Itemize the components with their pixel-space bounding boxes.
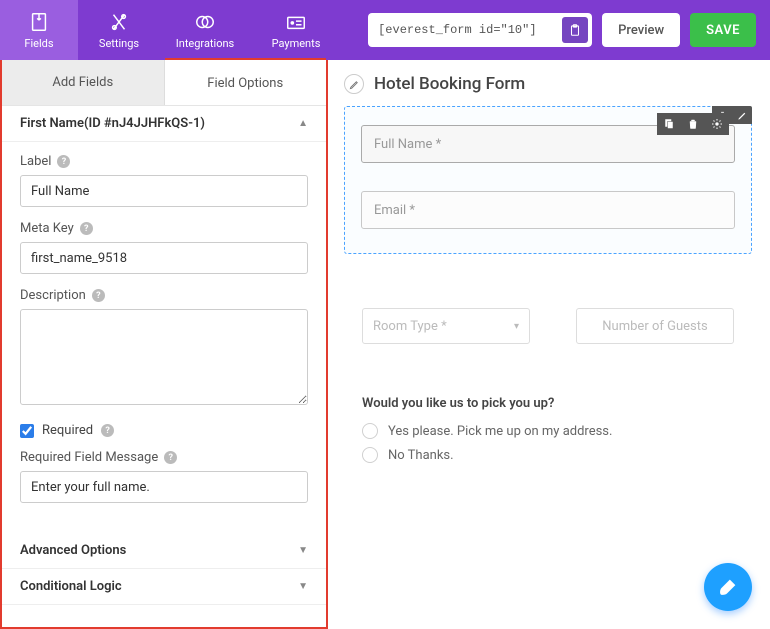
- numguests-label: Number of Guests: [602, 319, 707, 334]
- save-button[interactable]: SAVE: [690, 13, 756, 47]
- accordion-advanced-label: Advanced Options: [20, 543, 126, 558]
- nav-payments[interactable]: Payments: [250, 0, 342, 60]
- field-settings-button[interactable]: [705, 113, 729, 135]
- pickup-option-yes[interactable]: Yes please. Pick me up on my address.: [362, 423, 734, 439]
- required-msg-label: Required Field Message: [20, 450, 158, 465]
- integrations-icon: [194, 11, 216, 33]
- help-icon[interactable]: ?: [101, 424, 114, 437]
- label-input[interactable]: [20, 175, 308, 207]
- required-msg-input[interactable]: [20, 471, 308, 503]
- left-body: First Name(ID #nJ4JJHFkQS-1) ▲ Label? Me…: [2, 106, 326, 627]
- help-icon[interactable]: ?: [164, 451, 177, 464]
- copy-button[interactable]: [562, 17, 588, 43]
- form-title: Hotel Booking Form: [374, 74, 525, 94]
- field-header-title: First Name(ID #nJ4JJHFkQS-1): [20, 116, 205, 131]
- top-bar: Fields Settings Integrations Payments Pr…: [0, 0, 770, 60]
- nav-payments-label: Payments: [272, 37, 321, 50]
- fields-icon: [28, 11, 50, 33]
- pickup-question: Would you like us to pick you up? Yes pl…: [344, 396, 752, 463]
- brush-icon: [717, 576, 739, 598]
- fab-button[interactable]: [704, 563, 752, 611]
- pickup-question-label: Would you like us to pick you up?: [362, 396, 734, 411]
- roomtype-label: Room Type *: [373, 319, 447, 334]
- payments-icon: [285, 11, 307, 33]
- caret-down-icon: ▼: [298, 581, 308, 592]
- required-label: Required: [42, 423, 93, 438]
- help-icon[interactable]: ?: [92, 289, 105, 302]
- pickup-option-no-label: No Thanks.: [388, 448, 454, 463]
- field-duplicate-button[interactable]: [657, 113, 681, 135]
- preview-button[interactable]: Preview: [602, 13, 680, 47]
- help-icon[interactable]: ?: [80, 222, 93, 235]
- row-edit-button[interactable]: [732, 106, 752, 124]
- main: Add Fields Field Options First Name(ID #…: [0, 60, 770, 629]
- label-label: Label: [20, 154, 51, 169]
- shortcode-input[interactable]: [378, 23, 562, 37]
- accordion-conditional[interactable]: Conditional Logic ▼: [2, 569, 326, 605]
- nav-settings-label: Settings: [99, 37, 139, 50]
- accordion-advanced[interactable]: Advanced Options ▼: [2, 533, 326, 569]
- settings-icon: [108, 11, 130, 33]
- shortcode-box: [368, 13, 592, 47]
- field-options-content: Label? Meta Key? Description? Required ?: [2, 142, 326, 533]
- pencil-icon: [737, 110, 748, 121]
- top-nav: Fields Settings Integrations Payments: [0, 0, 342, 60]
- email-preview-input[interactable]: [361, 191, 735, 229]
- tabs: Add Fields Field Options: [2, 60, 326, 106]
- field-delete-button[interactable]: [681, 113, 705, 135]
- required-checkbox[interactable]: [20, 424, 34, 438]
- nav-fields-label: Fields: [24, 37, 53, 50]
- roomtype-select[interactable]: Room Type * ▾: [362, 308, 530, 344]
- pencil-icon: [349, 79, 360, 90]
- help-icon[interactable]: ?: [57, 155, 70, 168]
- trash-icon: [687, 118, 699, 130]
- top-right: Preview SAVE: [368, 13, 770, 47]
- numguests-field[interactable]: Number of Guests: [576, 308, 734, 344]
- caret-down-icon: ▼: [298, 545, 308, 556]
- nav-settings[interactable]: Settings: [78, 0, 160, 60]
- metakey-label: Meta Key: [20, 221, 74, 236]
- row-2: Room Type * ▾ Number of Guests: [344, 308, 752, 344]
- nav-integrations[interactable]: Integrations: [160, 0, 250, 60]
- field-header[interactable]: First Name(ID #nJ4JJHFkQS-1) ▲: [2, 106, 326, 142]
- accordion-conditional-label: Conditional Logic: [20, 579, 122, 594]
- preview-field-email[interactable]: [361, 191, 735, 229]
- clipboard-icon: [568, 23, 582, 37]
- gear-icon: [711, 118, 723, 130]
- edit-title-button[interactable]: [344, 74, 364, 94]
- caret-up-icon: ▲: [298, 118, 308, 129]
- field-actions: [657, 113, 729, 135]
- copy-icon: [663, 118, 675, 130]
- nav-fields[interactable]: Fields: [0, 0, 78, 60]
- pickup-option-yes-label: Yes please. Pick me up on my address.: [388, 424, 612, 439]
- tab-add-fields[interactable]: Add Fields: [2, 60, 165, 105]
- selected-row[interactable]: [344, 106, 752, 254]
- description-label: Description: [20, 288, 86, 303]
- chevron-down-icon: ▾: [514, 321, 519, 332]
- metakey-input[interactable]: [20, 242, 308, 274]
- form-preview: Hotel Booking Form Room Type *: [328, 60, 770, 629]
- left-panel: Add Fields Field Options First Name(ID #…: [0, 60, 328, 629]
- radio-icon: [362, 423, 378, 439]
- description-textarea[interactable]: [20, 309, 308, 405]
- preview-field-fullname[interactable]: [361, 125, 735, 163]
- nav-integrations-label: Integrations: [176, 37, 234, 50]
- pickup-option-no[interactable]: No Thanks.: [362, 447, 734, 463]
- tab-field-options[interactable]: Field Options: [165, 58, 327, 105]
- radio-icon: [362, 447, 378, 463]
